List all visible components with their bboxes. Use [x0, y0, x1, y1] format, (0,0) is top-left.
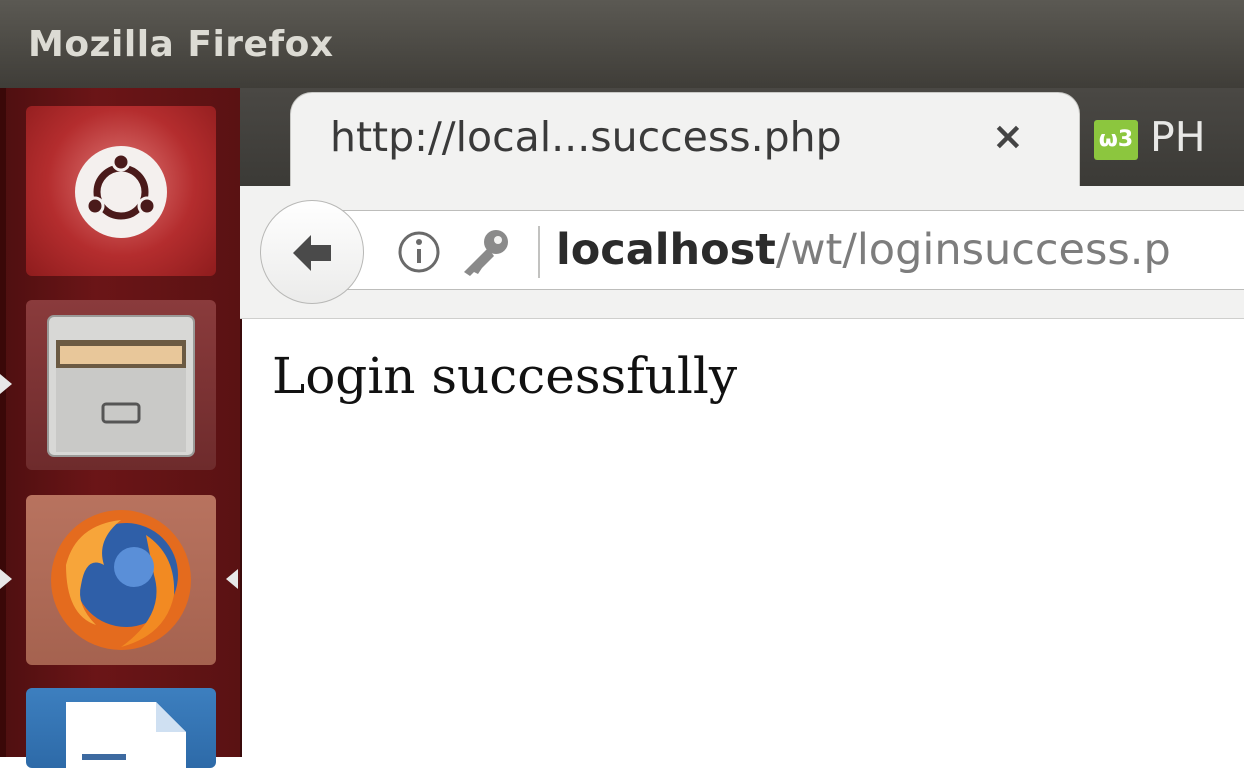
- launcher-dash-button[interactable]: [26, 106, 216, 276]
- running-indicator-files: [0, 374, 12, 394]
- tab-second-title[interactable]: PH: [1150, 113, 1206, 161]
- launcher-files-button[interactable]: [26, 300, 216, 470]
- running-indicator-firefox: [0, 569, 12, 589]
- url-text[interactable]: localhost/wt/loginsuccess.p: [556, 225, 1171, 275]
- back-button[interactable]: [260, 200, 364, 304]
- window-titlebar: Mozilla Firefox: [0, 0, 1244, 89]
- login-success-message: Login successfully: [272, 347, 738, 405]
- focused-indicator-firefox: [226, 569, 238, 589]
- url-separator: [538, 226, 540, 278]
- key-icon[interactable]: [458, 226, 514, 278]
- launcher-edge: [0, 88, 6, 757]
- tab-close-icon[interactable]: ×: [992, 114, 1024, 158]
- url-host: localhost: [556, 225, 776, 275]
- back-arrow-icon: [293, 235, 331, 271]
- w3schools-favicon-icon: ω3: [1094, 120, 1138, 160]
- info-icon[interactable]: [396, 229, 442, 275]
- launcher-firefox-button[interactable]: [26, 495, 216, 665]
- url-path: /wt/loginsuccess.p: [775, 225, 1171, 275]
- ubuntu-logo-icon: [75, 146, 167, 238]
- tab-active-title[interactable]: http://local...success.php: [330, 113, 842, 161]
- writer-document-icon: [66, 702, 186, 768]
- launcher-writer-button[interactable]: [26, 688, 216, 768]
- file-cabinet-icon: [47, 315, 195, 457]
- window-title: Mozilla Firefox: [28, 24, 334, 65]
- firefox-icon: [51, 510, 191, 650]
